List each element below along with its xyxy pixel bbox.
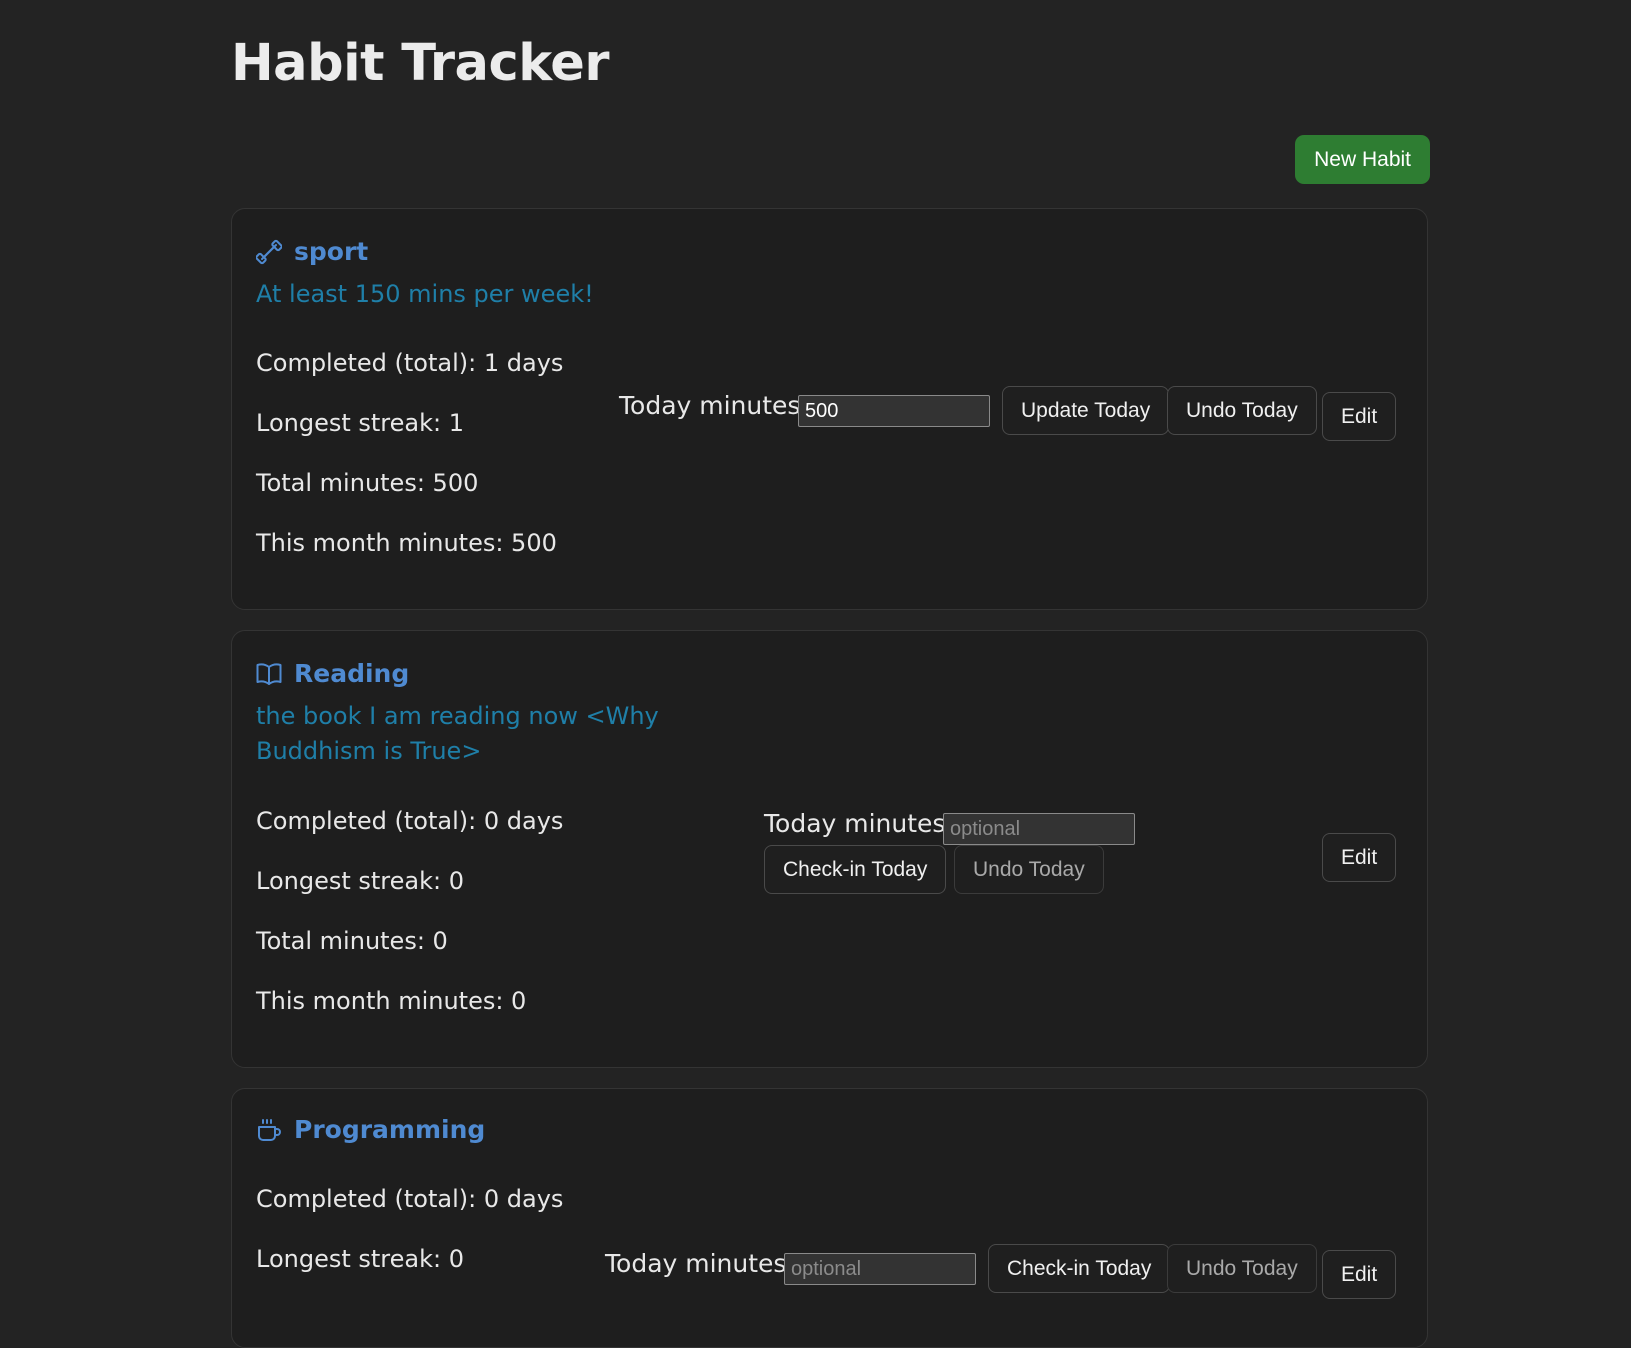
total-minutes: Total minutes: 500 bbox=[256, 469, 479, 497]
habit-title[interactable]: sport bbox=[256, 237, 368, 266]
habit-title[interactable]: Reading bbox=[256, 659, 409, 688]
longest-streak: Longest streak: 0 bbox=[256, 1245, 464, 1273]
edit-button[interactable]: Edit bbox=[1322, 833, 1397, 882]
new-habit-button[interactable]: New Habit bbox=[1295, 135, 1430, 184]
month-minutes: This month minutes: 500 bbox=[256, 529, 557, 557]
book-icon bbox=[256, 662, 282, 685]
completed-total: Completed (total): 0 days bbox=[256, 807, 564, 835]
habit-name: sport bbox=[294, 237, 369, 266]
today-minutes-input[interactable] bbox=[798, 395, 990, 427]
habit-card: Programming Completed (total): 0 days Lo… bbox=[231, 1088, 1428, 1348]
habit-name: Programming bbox=[294, 1115, 486, 1144]
habit-card: sport At least 150 mins per week! Comple… bbox=[231, 208, 1428, 610]
edit-button[interactable]: Edit bbox=[1322, 392, 1397, 441]
undo-today-button[interactable]: Undo Today bbox=[954, 845, 1104, 894]
today-minutes-input[interactable] bbox=[784, 1253, 976, 1285]
today-minutes-label: Today minutes bbox=[605, 1249, 787, 1278]
check-in-today-button[interactable]: Check-in Today bbox=[764, 845, 947, 894]
habit-title[interactable]: Programming bbox=[256, 1115, 485, 1144]
dumbbell-icon bbox=[256, 239, 282, 264]
update-today-button[interactable]: Update Today bbox=[1002, 386, 1170, 435]
today-minutes-input[interactable] bbox=[943, 813, 1135, 845]
completed-total: Completed (total): 1 days bbox=[256, 349, 564, 377]
habit-description: At least 150 mins per week! bbox=[256, 280, 594, 308]
undo-today-button[interactable]: Undo Today bbox=[1167, 386, 1317, 435]
today-minutes-label: Today minutes bbox=[764, 809, 946, 838]
habit-card: Reading the book I am reading now <Why B… bbox=[231, 630, 1428, 1068]
page-title: Habit Tracker bbox=[231, 34, 610, 93]
month-minutes: This month minutes: 0 bbox=[256, 987, 527, 1015]
total-minutes: Total minutes: 0 bbox=[256, 927, 448, 955]
today-minutes-label: Today minutes bbox=[619, 391, 801, 420]
longest-streak: Longest streak: 0 bbox=[256, 867, 464, 895]
undo-today-button[interactable]: Undo Today bbox=[1167, 1244, 1317, 1293]
check-in-today-button[interactable]: Check-in Today bbox=[988, 1244, 1171, 1293]
longest-streak: Longest streak: 1 bbox=[256, 409, 464, 437]
habit-description: the book I am reading now <Why Buddhism … bbox=[256, 702, 659, 765]
completed-total: Completed (total): 0 days bbox=[256, 1185, 564, 1213]
habit-name: Reading bbox=[294, 659, 410, 688]
edit-button[interactable]: Edit bbox=[1322, 1250, 1397, 1299]
coffee-cup-icon bbox=[258, 1118, 281, 1141]
